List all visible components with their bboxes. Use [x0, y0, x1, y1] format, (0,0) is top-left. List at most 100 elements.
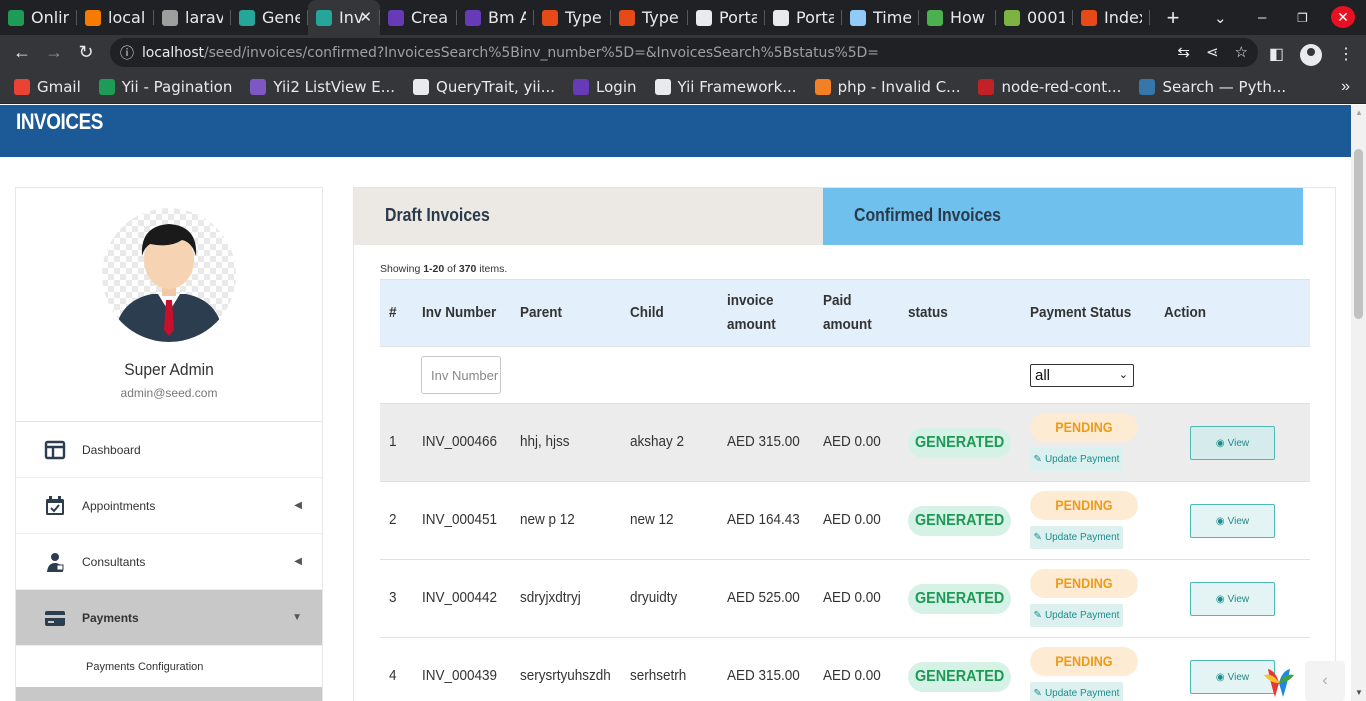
bookmark-item[interactable]: php - Invalid C...	[814, 78, 960, 96]
minimize-icon[interactable]: –	[1258, 0, 1266, 35]
reload-icon[interactable]: ↻	[70, 42, 102, 63]
browser-tab[interactable]: How	[919, 0, 996, 35]
update-payment-button[interactable]: ✎ Update Payment	[1030, 448, 1123, 471]
browser-tab[interactable]: Crea	[380, 0, 457, 35]
tab-favicon-icon	[619, 9, 635, 26]
sidebar-subitem-payments-configuration[interactable]: Payments Configuration	[16, 647, 322, 687]
consultant-icon	[47, 552, 64, 572]
debug-toolbar-toggle[interactable]: ‹	[1305, 661, 1345, 701]
close-tab-icon[interactable]: ✕	[359, 8, 372, 26]
new-tab-button[interactable]: +	[1158, 5, 1188, 31]
scroll-up-icon[interactable]: ▲	[1355, 108, 1363, 117]
status-badge-label: GENERATED	[914, 434, 1005, 451]
sidebar-item-next[interactable]	[16, 687, 322, 701]
browser-tab[interactable]: Gene	[231, 0, 308, 35]
caret-down-icon: ▼	[292, 612, 302, 623]
more-bookmarks-icon[interactable]: »	[1341, 78, 1350, 96]
sidebar-item-payments[interactable]: Payments ▼	[16, 590, 322, 646]
browser-tab[interactable]: Type	[534, 0, 611, 35]
inv-number-filter-input[interactable]	[421, 356, 501, 394]
site-info-icon[interactable]: ⓘ	[120, 43, 142, 63]
view-button[interactable]: ◉ View	[1190, 426, 1275, 460]
payment-status-badge: PENDING	[1030, 569, 1138, 598]
browser-tab[interactable]: Type	[611, 0, 688, 35]
column-header[interactable]: status	[908, 301, 948, 325]
invoice-amount-cell: AED 315.00	[727, 433, 800, 450]
view-button[interactable]: ◉ View	[1190, 504, 1275, 538]
close-window-icon[interactable]: ✕	[1331, 6, 1355, 28]
browser-tab[interactable]: 0001	[996, 0, 1073, 35]
parent-cell: serysrtyuhszdh	[520, 667, 611, 684]
bookmark-item[interactable]: Yii Framework...	[654, 78, 797, 96]
sidebar-item-dashboard[interactable]: Dashboard	[16, 422, 322, 478]
view-button[interactable]: ◉ View	[1190, 582, 1275, 616]
tab-search-icon[interactable]: ⌄	[1214, 0, 1227, 35]
user-name: Super Admin	[124, 360, 214, 379]
bookmarks-bar: Gmail Yii - Pagination Yii2 ListView E... Q…	[0, 70, 1366, 104]
page: INVOICES Super Admin admin@seed.com Dash…	[0, 105, 1351, 701]
user-avatar	[102, 208, 236, 342]
back-icon[interactable]: ←	[6, 42, 38, 63]
payment-status-filter-select[interactable]: all ⌄	[1030, 364, 1134, 387]
row-number: 3	[389, 589, 397, 606]
chevron-down-icon: ⌄	[1118, 369, 1128, 381]
browser-tab[interactable]: Porta	[765, 0, 842, 35]
column-header: invoice amount	[727, 292, 776, 333]
inv-number-cell: INV_000451	[422, 511, 498, 528]
page-scrollbar[interactable]: ▲ ▼	[1351, 105, 1366, 701]
browser-tab[interactable]: Porta	[688, 0, 765, 35]
tab-confirmed-invoices[interactable]: Confirmed Invoices	[823, 188, 1303, 245]
payment-status-badge: PENDING	[1030, 491, 1138, 520]
caret-left-icon: ◀	[294, 556, 302, 567]
bookmark-item[interactable]: Search — Pyth...	[1139, 78, 1286, 96]
browser-tab[interactable]: Inv ✕	[308, 0, 380, 35]
column-header[interactable]: Inv Number	[422, 301, 496, 325]
bookmark-item[interactable]: node-red-cont...	[978, 78, 1121, 96]
bookmark-item[interactable]: Yii - Pagination	[98, 78, 232, 96]
browser-tab[interactable]: Index	[1073, 0, 1150, 35]
tab-title: Porta	[719, 8, 757, 27]
tab-favicon-icon	[85, 9, 101, 26]
tab-title: Type	[565, 8, 602, 27]
sidebar-subitem-label: Payments Configuration	[86, 661, 204, 673]
update-payment-button[interactable]: ✎ Update Payment	[1030, 526, 1123, 549]
browser-tab[interactable]: Time	[842, 0, 919, 35]
tab-title: Index	[1104, 8, 1142, 27]
profile-avatar-icon[interactable]	[1300, 44, 1322, 66]
sidebar-item-label: Dashboard	[82, 442, 141, 457]
address-bar[interactable]: ⓘ localhost/seed/invoices/confirmed?Invo…	[110, 38, 1258, 67]
side-panel-icon[interactable]: ◧	[1269, 44, 1284, 66]
sidebar-item-appointments[interactable]: Appointments ◀	[16, 478, 322, 534]
scroll-down-icon[interactable]: ▼	[1355, 688, 1363, 697]
bookmark-star-icon[interactable]: ☆	[1235, 43, 1248, 61]
browser-tab[interactable]: Bm A	[457, 0, 534, 35]
select-value: all	[1035, 367, 1051, 384]
share-icon[interactable]: ⋖	[1206, 43, 1219, 61]
yii-debug-logo[interactable]	[1262, 665, 1296, 699]
bookmark-item[interactable]: Login	[573, 78, 637, 96]
sidebar-item-consultants[interactable]: Consultants ◀	[16, 534, 322, 590]
scrollbar-thumb[interactable]	[1354, 149, 1363, 319]
bookmark-item[interactable]: QueryTrait, yii...	[413, 78, 555, 96]
forward-icon[interactable]: →	[38, 42, 70, 63]
browser-toolbar: ← → ↻ ⓘ localhost/seed/invoices/confirme…	[0, 35, 1366, 70]
browser-menu-icon[interactable]: ⋮	[1338, 44, 1354, 66]
payment-status-label: PENDING	[1055, 575, 1113, 591]
bookmark-item[interactable]: Yii2 ListView E...	[250, 78, 395, 96]
view-label: View	[1227, 593, 1250, 605]
browser-tab[interactable]: larav	[154, 0, 231, 35]
status-badge: GENERATED	[908, 428, 1011, 458]
update-payment-button[interactable]: ✎ Update Payment	[1030, 604, 1123, 627]
translate-icon[interactable]: ⇆	[1177, 43, 1190, 61]
paid-amount-cell: AED 0.00	[823, 589, 881, 606]
tab-title: Onlin	[31, 8, 69, 27]
tab-title: Time	[873, 8, 911, 27]
browser-tab[interactable]: local	[77, 0, 154, 35]
restore-icon[interactable]: ❐	[1297, 0, 1308, 35]
tab-draft-invoices[interactable]: Draft Invoices	[354, 188, 823, 245]
bookmark-item[interactable]: Gmail	[14, 78, 81, 96]
browser-tab[interactable]: Onlin	[0, 0, 77, 35]
update-payment-button[interactable]: ✎ Update Payment	[1030, 682, 1123, 701]
column-header[interactable]: #	[389, 301, 397, 325]
avatar-illustration	[102, 208, 236, 342]
